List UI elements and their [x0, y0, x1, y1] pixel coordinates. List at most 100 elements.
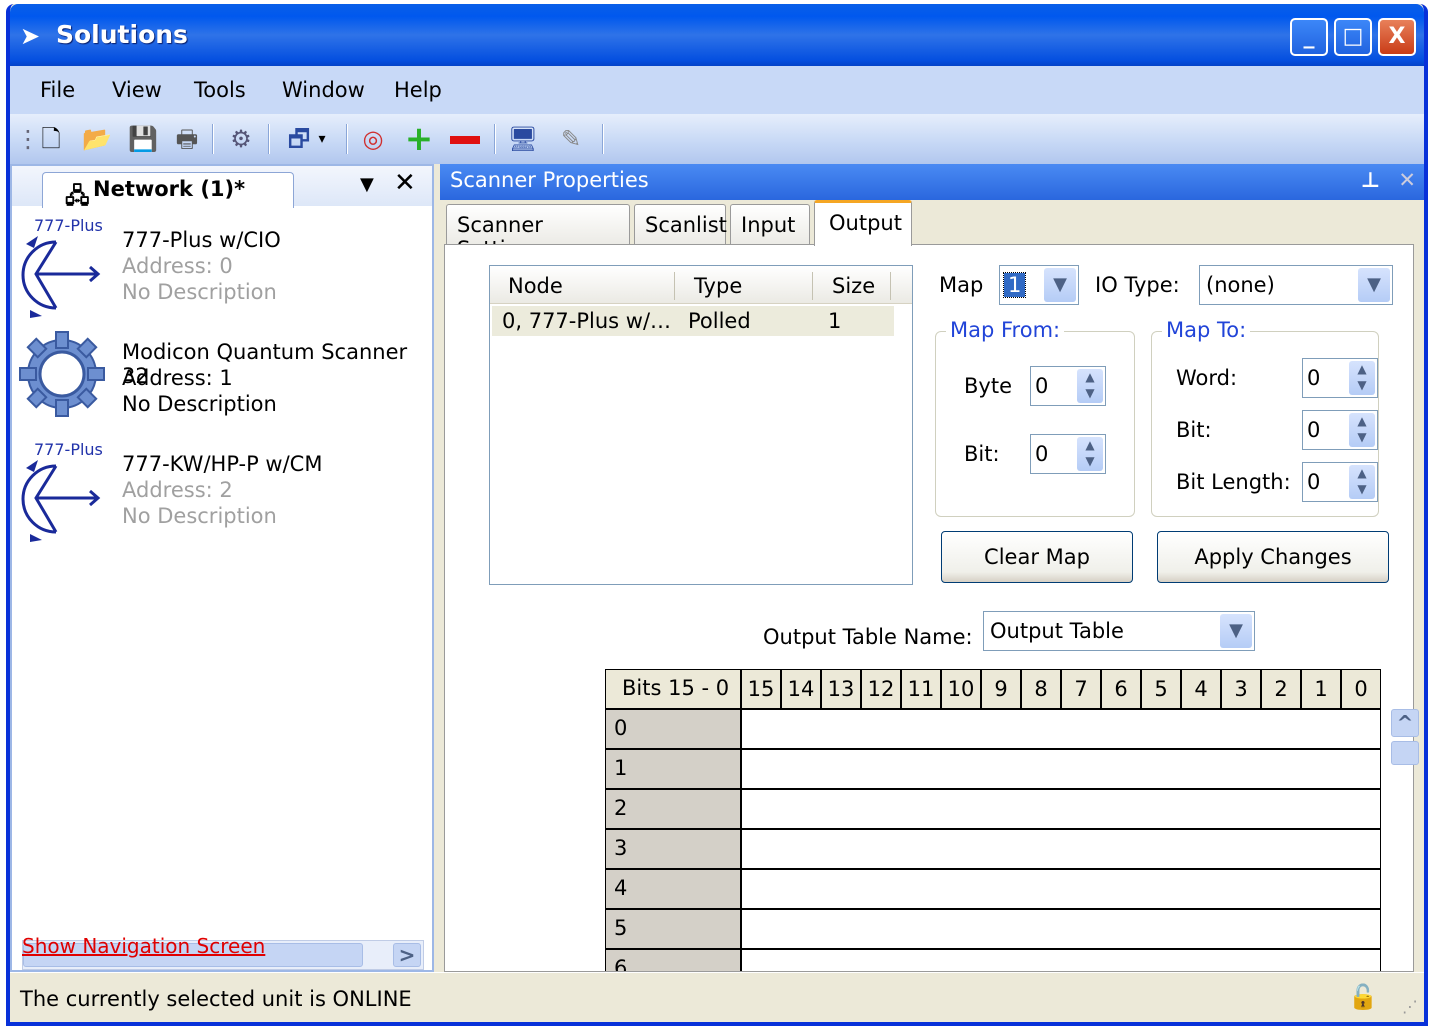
- menu-tools[interactable]: Tools: [194, 78, 246, 102]
- bit-column-header: 2: [1261, 669, 1301, 709]
- bit-column-header: 5: [1141, 669, 1181, 709]
- map-label: Map: [939, 273, 984, 297]
- output-table-select[interactable]: Output Table ▼: [983, 611, 1255, 651]
- chevron-down-icon[interactable]: ▼: [1220, 614, 1252, 648]
- title-bar: ➤ Solutions _ □ X: [10, 4, 1424, 66]
- scroll-up-icon[interactable]: ^: [1391, 709, 1419, 737]
- bit-column-header: 11: [901, 669, 941, 709]
- tab-network[interactable]: 🖧 Network (1)*: [42, 172, 294, 209]
- edit-icon[interactable]: ✎: [554, 122, 588, 156]
- spin-arrows-icon[interactable]: ▲ ▼: [1077, 437, 1103, 471]
- open-icon[interactable]: 📂: [80, 122, 114, 156]
- spin-arrows-icon[interactable]: ▲ ▼: [1349, 465, 1375, 499]
- close-icon[interactable]: ✕: [1398, 168, 1416, 192]
- new-icon[interactable]: 🗋: [34, 122, 68, 156]
- bit-column-header: 14: [781, 669, 821, 709]
- chevron-down-icon[interactable]: ▼: [1044, 268, 1076, 302]
- bit-stepper[interactable]: 0 ▲ ▼: [1030, 434, 1106, 474]
- node-name: 777-Plus w/CIO: [122, 228, 281, 252]
- map-from-group: Map From: Byte 0 ▲ ▼ Bit: 0 ▲ ▼: [935, 318, 1135, 517]
- bit-stepper[interactable]: 0 ▲ ▼: [1302, 410, 1378, 450]
- grid-vertical-scrollbar[interactable]: ^: [1391, 709, 1421, 972]
- scan-icon[interactable]: ◎: [356, 122, 390, 156]
- column-size[interactable]: Size: [832, 274, 875, 298]
- close-icon[interactable]: ✕: [394, 168, 416, 198]
- grid-row-cells[interactable]: [741, 869, 1381, 909]
- 777-plus-icon: [21, 460, 101, 542]
- add-icon[interactable]: +: [402, 122, 436, 156]
- word-label: Word:: [1176, 366, 1238, 390]
- io-type-select[interactable]: (none) ▼: [1199, 265, 1393, 305]
- chevron-down-icon[interactable]: ▾: [314, 122, 330, 156]
- output-bit-grid: Bits 15 - 0 15 14 13 12 11 10 9 8 7 6 5 …: [605, 669, 1381, 971]
- network-node-1[interactable]: Modicon Quantum Scanner 32 Address: 1 No…: [12, 328, 432, 438]
- node-list[interactable]: Node Type Size 0, 777-Plus w/… Polled 1: [489, 265, 913, 585]
- grid-row-header: 2: [605, 789, 741, 829]
- menu-view[interactable]: View: [112, 78, 162, 102]
- scroll-thumb[interactable]: [1391, 741, 1419, 765]
- dropdown-icon[interactable]: ▼: [360, 174, 374, 195]
- tab-scanner-settings[interactable]: Scanner Settings: [446, 204, 630, 261]
- bit-column-header: 3: [1221, 669, 1261, 709]
- pin-icon[interactable]: ⊥: [1361, 168, 1380, 192]
- scanner-properties-panel: Scanner Properties ⊥ ✕ Scanner Settings …: [440, 164, 1424, 972]
- show-navigation-link[interactable]: Show Navigation Screen: [22, 934, 265, 958]
- grid-row-cells[interactable]: [741, 949, 1381, 971]
- save-icon[interactable]: 💾: [126, 122, 160, 156]
- grid-row-cells[interactable]: [741, 829, 1381, 869]
- table-row[interactable]: 0, 777-Plus w/… Polled 1: [492, 306, 894, 336]
- node-list-header: Node Type Size: [490, 266, 912, 304]
- print-icon[interactable]: 🖶: [170, 122, 204, 156]
- menu-file[interactable]: File: [40, 78, 75, 102]
- spin-arrows-icon[interactable]: ▲ ▼: [1349, 361, 1375, 395]
- bit-column-header: 7: [1061, 669, 1101, 709]
- minimize-button[interactable]: _: [1290, 18, 1328, 56]
- map-from-title: Map From:: [946, 318, 1065, 342]
- tab-input[interactable]: Input: [730, 204, 810, 244]
- node-address: Address: 0: [122, 254, 233, 278]
- network-node-0[interactable]: 777-Plus 777-Plus w/CIO Address: 0 No De…: [12, 216, 432, 326]
- close-button[interactable]: X: [1378, 18, 1416, 56]
- word-stepper[interactable]: 0 ▲ ▼: [1302, 358, 1378, 398]
- panel-title: Scanner Properties: [450, 168, 649, 192]
- grid-row-header: 1: [605, 749, 741, 789]
- menu-help[interactable]: Help: [394, 78, 442, 102]
- scroll-right-icon[interactable]: >: [393, 943, 421, 967]
- map-select[interactable]: 1 ▼: [999, 265, 1079, 305]
- remove-icon[interactable]: [448, 122, 482, 156]
- window-icon[interactable]: 🗗: [282, 122, 316, 156]
- column-node[interactable]: Node: [508, 274, 563, 298]
- grid-row-cells[interactable]: [741, 789, 1381, 829]
- grid-row-cells[interactable]: [741, 709, 1381, 749]
- bit-value: 0: [1035, 442, 1049, 466]
- 777-plus-icon: [21, 236, 101, 318]
- tab-scanlist[interactable]: Scanlist: [634, 204, 727, 244]
- menu-window[interactable]: Window: [282, 78, 365, 102]
- grid-row-header: 5: [605, 909, 741, 949]
- bit-column-header: 8: [1021, 669, 1061, 709]
- tab-output[interactable]: Output: [814, 200, 912, 246]
- maximize-button[interactable]: □: [1334, 18, 1372, 56]
- bit-value: 0: [1307, 418, 1321, 442]
- spin-arrows-icon[interactable]: ▲ ▼: [1349, 413, 1375, 447]
- spin-arrows-icon[interactable]: ▲ ▼: [1077, 369, 1103, 403]
- column-type[interactable]: Type: [694, 274, 742, 298]
- app-icon: ➤: [20, 22, 41, 50]
- network-node-2[interactable]: 777-Plus 777-KW/HP-P w/CM Address: 2 No …: [12, 440, 432, 550]
- grid-row-cells[interactable]: [741, 909, 1381, 949]
- clear-map-button[interactable]: Clear Map: [941, 531, 1133, 583]
- apply-changes-button[interactable]: Apply Changes: [1157, 531, 1389, 583]
- main-window: ➤ Solutions _ □ X File View Tools Window…: [6, 4, 1428, 1026]
- grid-row-cells[interactable]: [741, 749, 1381, 789]
- browse-icon[interactable]: ⚙: [224, 122, 258, 156]
- output-table-name-label: Output Table Name:: [763, 625, 973, 649]
- chevron-down-icon[interactable]: ▼: [1358, 268, 1390, 302]
- io-type-value: (none): [1206, 273, 1275, 297]
- output-tab-content: Node Type Size 0, 777-Plus w/… Polled 1 …: [444, 244, 1419, 972]
- monitor-icon[interactable]: 🖥: [506, 122, 540, 156]
- toolbar: ⋮ 🗋 📂 💾 🖶 ⚙ 🗗 ▾ ◎ + 🖥 ✎: [10, 114, 1424, 164]
- byte-stepper[interactable]: 0 ▲ ▼: [1030, 366, 1106, 406]
- word-value: 0: [1307, 366, 1321, 390]
- bit-length-stepper[interactable]: 0 ▲ ▼: [1302, 462, 1378, 502]
- resize-grip-icon[interactable]: ⋰: [1402, 997, 1418, 1016]
